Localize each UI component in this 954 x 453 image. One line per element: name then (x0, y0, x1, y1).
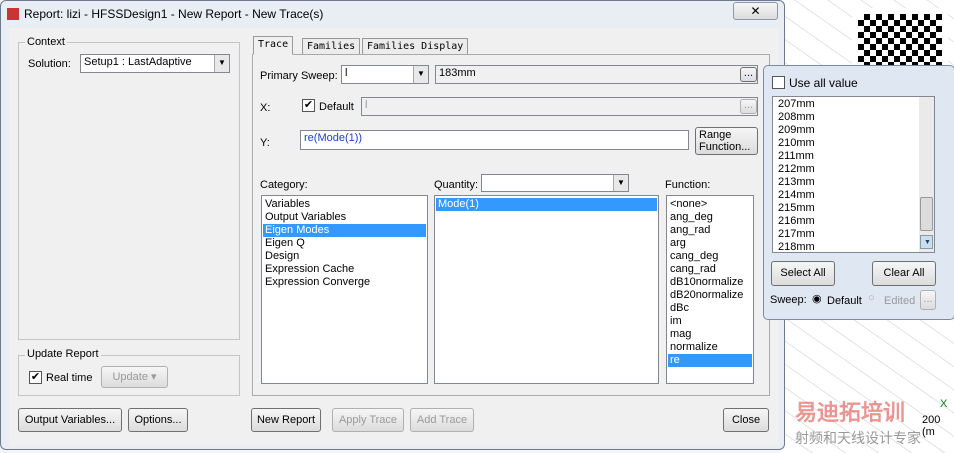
sweep-value-item[interactable]: 209mm (776, 124, 933, 137)
chevron-down-icon: ▼ (413, 66, 428, 83)
watermark-slogan: 射频和天线设计专家 (795, 430, 921, 446)
x-default-checkbox[interactable]: ✔ (302, 99, 315, 112)
function-list[interactable]: <none> ang_deg ang_rad arg cang_deg cang_rad d… (666, 195, 754, 384)
axis-label: X (940, 398, 948, 410)
chevron-down-icon: ▼ (613, 175, 628, 191)
realtime-checkbox[interactable]: ✔ (29, 371, 42, 384)
sweep-value-item[interactable]: 218mm (776, 241, 933, 254)
clear-all-button[interactable]: Clear All (872, 261, 936, 286)
category-list[interactable]: Variables Output Variables Eigen Modes Eige… (261, 195, 428, 384)
function-item[interactable]: mag (668, 328, 752, 341)
quantity-filter-select[interactable]: ▼ (481, 174, 629, 192)
function-item[interactable]: re (668, 354, 752, 367)
sweep-range-field: 183mm (435, 65, 758, 84)
category-item[interactable]: Output Variables (263, 211, 426, 224)
default-radio[interactable]: ◉ (812, 292, 822, 305)
y-expression-input[interactable]: re(Mode(1)) (300, 130, 689, 150)
options-button[interactable]: Options... (128, 408, 188, 432)
category-item[interactable]: Expression Converge (263, 276, 426, 289)
watermark-brand: 易迪拓培训 (795, 400, 906, 425)
scroll-down-icon[interactable]: ▼ (920, 235, 933, 249)
solution-select[interactable]: Setup1 : LastAdaptive ▼ (80, 54, 230, 73)
function-item[interactable]: dBc (668, 302, 752, 315)
axis-value: 200 (m (922, 414, 941, 438)
category-item[interactable]: Eigen Q (263, 237, 426, 250)
quantity-list[interactable]: Mode(1) (434, 195, 659, 384)
sweep-range-ellipsis-button[interactable]: ... (740, 67, 757, 82)
category-label: Category: (260, 179, 308, 191)
function-label: Function: (665, 179, 711, 191)
update-button: Update ▾ (101, 366, 168, 388)
edited-radio-label: Edited (884, 295, 916, 307)
apply-trace-button: Apply Trace (332, 408, 404, 432)
x-default-label: Default (319, 101, 354, 113)
scrollbar-thumb[interactable] (920, 197, 933, 231)
use-all-values-checkbox[interactable] (772, 76, 785, 89)
sweep-value-item[interactable]: 210mm (776, 137, 933, 150)
realtime-label: Real time (46, 372, 93, 384)
sweep-value-item[interactable]: 211mm (776, 150, 933, 163)
sweep-values-popup: Use all value 207mm 208mm 209mm 210mm 211mm 2… (763, 65, 954, 320)
sweep-value-item[interactable]: 208mm (776, 111, 933, 124)
category-item[interactable]: Eigen Modes (263, 224, 426, 237)
sweep-value-item[interactable]: 215mm (776, 202, 933, 215)
y-label: Y: (260, 137, 270, 149)
scrollbar[interactable]: ▼ (919, 97, 934, 252)
solution-label: Solution: (28, 58, 71, 70)
sweep-value-item[interactable]: 214mm (776, 189, 933, 202)
sweep-value-item[interactable]: 216mm (776, 215, 933, 228)
function-item[interactable]: <none> (668, 198, 752, 211)
x-field: l (361, 97, 758, 116)
function-item[interactable]: normalize (668, 341, 752, 354)
category-item[interactable]: Expression Cache (263, 263, 426, 276)
chevron-down-icon: ▼ (214, 55, 229, 72)
x-ellipsis-button: ... (740, 99, 757, 114)
context-group (18, 42, 240, 340)
function-item[interactable]: ang_rad (668, 224, 752, 237)
x-label: X: (260, 102, 271, 114)
function-item[interactable]: im (668, 315, 752, 328)
add-trace-button: Add Trace (410, 408, 474, 432)
tab-families-display[interactable]: Families Display (362, 38, 469, 54)
sweep-value-item[interactable]: 212mm (776, 163, 933, 176)
range-function-button[interactable]: Range Function... (695, 127, 758, 155)
function-item[interactable]: cang_deg (668, 250, 752, 263)
use-all-values-label: Use all value (789, 76, 858, 90)
primary-sweep-label: Primary Sweep: (260, 70, 338, 82)
tab-families[interactable]: Families (302, 38, 361, 54)
sweep-label: Sweep: (770, 294, 807, 306)
app-icon (7, 8, 19, 20)
edited-ellipsis-button: ... (920, 290, 936, 310)
tab-trace[interactable]: Trace (253, 36, 294, 55)
category-item[interactable]: Variables (263, 198, 426, 211)
sweep-value-item[interactable]: 217mm (776, 228, 933, 241)
new-report-button[interactable]: New Report (251, 408, 321, 432)
output-variables-button[interactable]: Output Variables... (18, 408, 122, 432)
window-title-text: Report: lizi - HFSSDesign1 - New Report … (24, 7, 324, 21)
default-radio-label: Default (827, 295, 862, 307)
primary-sweep-select[interactable]: l ▼ (341, 65, 429, 84)
window-title: Report: lizi - HFSSDesign1 - New Report … (7, 7, 323, 21)
update-report-label: Update Report (25, 348, 101, 360)
sweep-value-item[interactable]: 207mm (776, 98, 933, 111)
edited-radio: ○ (868, 292, 875, 304)
window-close-button[interactable]: ✕ (733, 2, 778, 20)
quantity-item[interactable]: Mode(1) (436, 198, 657, 211)
quantity-label: Quantity: (434, 179, 479, 191)
category-item[interactable]: Design (263, 250, 426, 263)
select-all-button[interactable]: Select All (771, 261, 835, 286)
function-item[interactable]: dB10normalize (668, 276, 752, 289)
context-label: Context (25, 36, 67, 48)
sweep-value-item[interactable]: 213mm (776, 176, 933, 189)
function-item[interactable]: cang_rad (668, 263, 752, 276)
close-button[interactable]: Close (723, 408, 769, 432)
function-item[interactable]: arg (668, 237, 752, 250)
function-item[interactable]: ang_deg (668, 211, 752, 224)
sweep-values-list[interactable]: 207mm 208mm 209mm 210mm 211mm 212mm 213mm 214mm… (772, 96, 935, 253)
function-item[interactable]: dB20normalize (668, 289, 752, 302)
